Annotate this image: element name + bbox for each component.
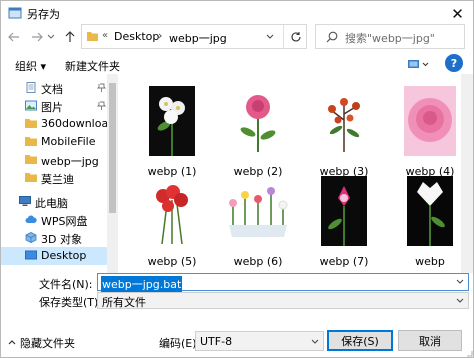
- sidebar-item-360downloads[interactable]: 360downloads: [1, 115, 117, 133]
- image-thumbnail: [138, 82, 206, 160]
- chevron-up-icon: [8, 340, 16, 345]
- breadcrumb-overflow[interactable]: «: [102, 30, 108, 41]
- image-thumbnail: [310, 172, 378, 250]
- filename-input[interactable]: webp一jpg.bat: [101, 276, 183, 292]
- 3d-objects-icon: [25, 232, 37, 243]
- breadcrumb-separator-icon[interactable]: ›: [158, 29, 162, 42]
- sidebar-item-morandi[interactable]: 莫兰迪: [1, 169, 107, 187]
- breadcrumb-desktop[interactable]: Desktop: [114, 30, 159, 43]
- resize-grip-icon[interactable]: [465, 349, 473, 357]
- organize-menu[interactable]: 组织 ▾: [15, 58, 46, 74]
- chevron-down-icon: [47, 34, 55, 39]
- back-button[interactable]: [5, 27, 23, 47]
- hide-folders-toggle[interactable]: 隐藏文件夹: [5, 335, 85, 350]
- hide-folders-label: 隐藏文件夹: [20, 337, 75, 350]
- up-button[interactable]: [61, 27, 79, 47]
- cancel-button[interactable]: 取消: [398, 330, 462, 351]
- help-icon: ?: [450, 56, 458, 70]
- search-box[interactable]: 搜索"webp一jpg": [315, 24, 465, 49]
- image-thumbnail: [138, 172, 206, 250]
- address-bar[interactable]: « Desktop › webp一jpg: [81, 24, 307, 49]
- view-icon: [408, 60, 429, 68]
- sidebar-item-desktop[interactable]: Desktop: [1, 247, 107, 265]
- file-list: webp (1) webp (2) webp (3) webp (4) webp…: [118, 74, 461, 273]
- image-thumbnail: [396, 172, 464, 250]
- filetype-select[interactable]: 所有文件: [97, 292, 469, 309]
- sidebar-item-pictures[interactable]: 图片: [1, 97, 107, 115]
- notepad-icon: [8, 7, 22, 19]
- address-dropdown-button[interactable]: [258, 25, 282, 48]
- save-as-dialog: 另存为 ✕ « Desktop › webp一jpg 搜索"webp一jpg" …: [0, 0, 474, 358]
- file-name: webp (6): [233, 255, 283, 268]
- breadcrumb-current[interactable]: webp一jpg: [169, 30, 227, 46]
- arrow-left-icon: [8, 32, 19, 42]
- image-thumbnail: [396, 82, 464, 160]
- sidebar-scrollbar-thumb[interactable]: [109, 83, 116, 213]
- desktop-icon: [25, 250, 37, 260]
- computer-icon: [19, 196, 31, 206]
- search-icon: [326, 31, 338, 43]
- new-folder-button[interactable]: 新建文件夹: [65, 58, 120, 74]
- arrow-up-icon: [65, 31, 75, 42]
- folder-icon: [25, 137, 37, 146]
- filename-label: 文件名(N):: [39, 278, 93, 291]
- sidebar-item-wps-cloud[interactable]: WPS网盘: [1, 211, 107, 229]
- recent-locations-button[interactable]: [45, 27, 57, 47]
- document-icon: [26, 82, 36, 93]
- file-name: webp (5): [147, 255, 197, 268]
- window-title: 另存为: [27, 8, 60, 21]
- close-icon: ✕: [451, 5, 464, 23]
- file-name: webp: [415, 255, 445, 268]
- search-input[interactable]: 搜索"webp一jpg": [345, 30, 435, 46]
- pin-icon[interactable]: [97, 83, 106, 92]
- image-thumbnail: [224, 82, 292, 160]
- filename-field[interactable]: webp一jpg.bat: [97, 273, 469, 292]
- chevron-down-icon: [266, 34, 274, 39]
- folder-icon: [25, 119, 37, 128]
- folder-icon: [87, 32, 98, 41]
- navigation-pane: 文档 图片 360downloads MobileFile webp一jpg 莫…: [1, 74, 117, 273]
- refresh-button[interactable]: [283, 25, 307, 48]
- sidebar-item-mobilefile[interactable]: MobileFile: [1, 133, 107, 151]
- view-options-button[interactable]: [405, 56, 431, 72]
- folder-icon: [25, 173, 37, 182]
- save-button[interactable]: 保存(S): [327, 330, 393, 351]
- file-name: webp (7): [319, 255, 369, 268]
- chevron-down-icon: [456, 298, 464, 303]
- sidebar-item-3d-objects[interactable]: 3D 对象: [1, 229, 107, 247]
- image-thumbnail: [310, 82, 378, 160]
- image-thumbnail: [224, 172, 292, 250]
- filetype-label: 保存类型(T):: [39, 296, 103, 309]
- folder-icon: [25, 155, 37, 164]
- forward-button[interactable]: [28, 27, 46, 47]
- help-button[interactable]: ?: [445, 54, 463, 72]
- filetype-value: 所有文件: [102, 296, 146, 309]
- encoding-select[interactable]: UTF-8: [195, 331, 324, 351]
- refresh-icon: [290, 31, 301, 41]
- picture-icon: [25, 100, 37, 111]
- arrow-right-icon: [32, 32, 43, 42]
- cloud-icon: [25, 215, 37, 223]
- chevron-down-icon: [311, 339, 319, 344]
- encoding-value: UTF-8: [200, 335, 233, 348]
- pin-icon[interactable]: [97, 101, 106, 110]
- sidebar-item-documents[interactable]: 文档: [1, 79, 107, 97]
- sidebar-item-webp-jpg[interactable]: webp一jpg: [1, 151, 107, 169]
- sidebar-item-this-pc[interactable]: 此电脑: [1, 193, 107, 211]
- file-list-scrollbar[interactable]: [461, 74, 473, 273]
- chevron-down-icon[interactable]: [456, 279, 464, 285]
